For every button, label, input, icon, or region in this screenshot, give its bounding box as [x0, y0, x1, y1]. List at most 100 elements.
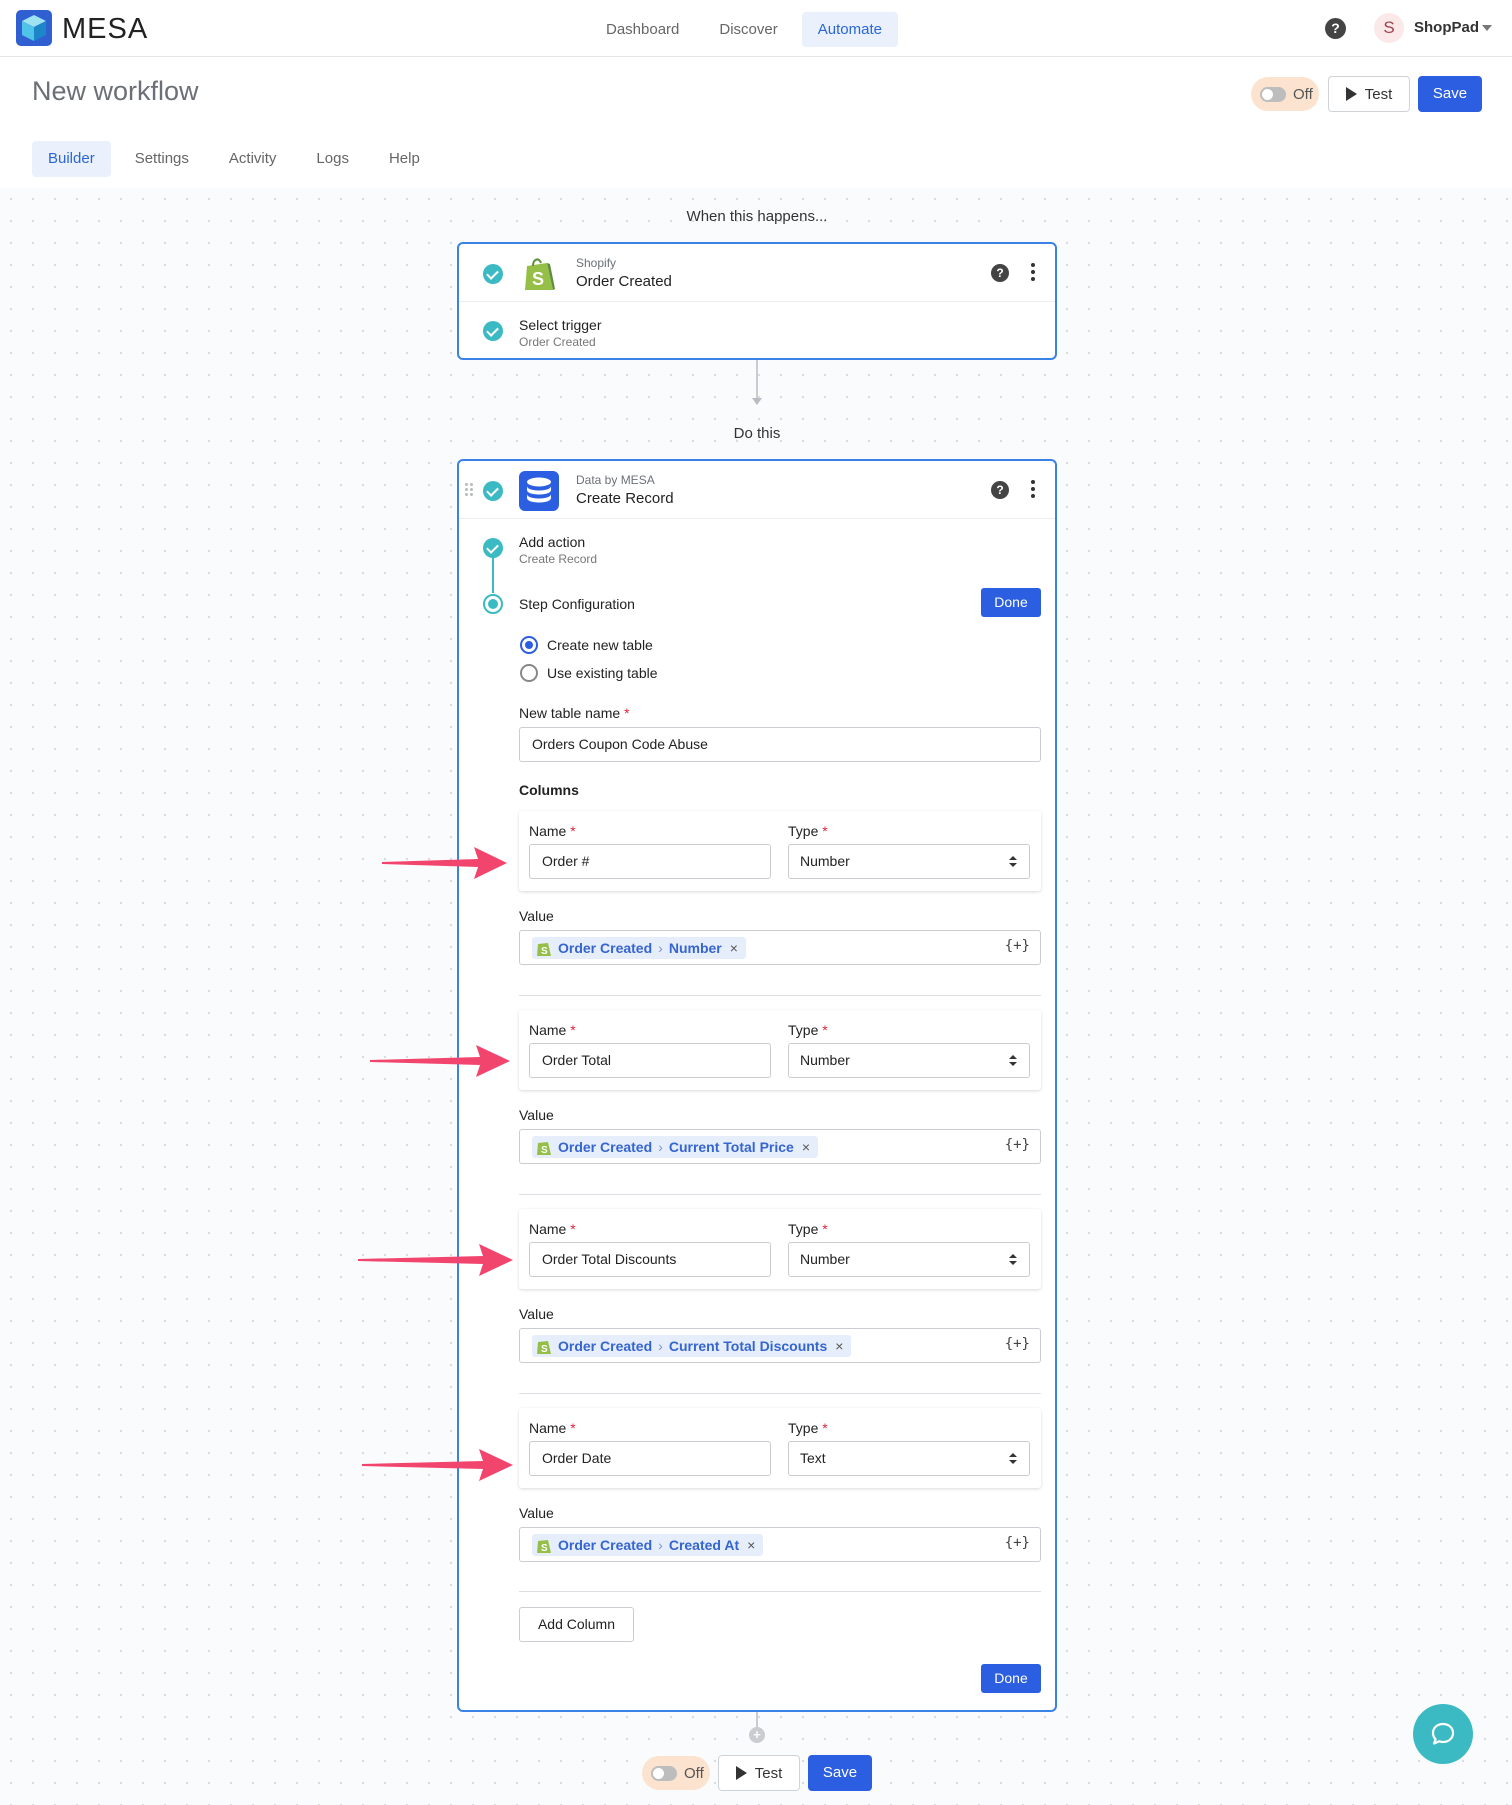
question-icon[interactable]: ? — [991, 264, 1009, 282]
radio-label-existing[interactable]: Use existing table — [547, 665, 658, 681]
column-value-input[interactable]: S Order Created › Number × {+} — [519, 930, 1041, 965]
column-name-input[interactable]: Order # — [529, 844, 771, 879]
kebab-menu-icon[interactable] — [1031, 480, 1035, 500]
svg-text:S: S — [541, 946, 548, 957]
trigger-card[interactable]: S Shopify Order Created ? Select trigger… — [457, 242, 1057, 360]
column-divider — [519, 1591, 1041, 1592]
drag-handle-icon[interactable] — [465, 483, 473, 497]
column-name-type-box: Name * Order Total Discounts Type * Numb… — [519, 1209, 1041, 1289]
account-name[interactable]: ShopPad — [1414, 19, 1479, 36]
variable-chip[interactable]: S Order Created › Current Total Price × — [532, 1136, 819, 1158]
columns-title: Columns — [519, 782, 579, 798]
trigger-step-label[interactable]: Select trigger — [519, 317, 601, 333]
test-button-footer[interactable]: Test — [718, 1755, 800, 1791]
chevron-right-icon: › — [658, 1537, 663, 1553]
column-type-label: Type * — [788, 1420, 828, 1436]
workflow-toggle-footer[interactable]: Off — [642, 1756, 710, 1790]
avatar[interactable]: S — [1374, 13, 1404, 43]
column-type-select[interactable]: Number — [788, 1242, 1030, 1277]
table-name-label: New table name * — [519, 705, 630, 721]
workflow-toggle[interactable]: Off — [1251, 77, 1319, 111]
column-name-input[interactable]: Order Total Discounts — [529, 1242, 771, 1277]
tab-builder[interactable]: Builder — [32, 141, 111, 177]
table-name-input[interactable]: Orders Coupon Code Abuse — [519, 727, 1041, 762]
variable-chip[interactable]: S Order Created › Number × — [532, 937, 746, 959]
radio-label-create[interactable]: Create new table — [547, 637, 653, 653]
kebab-menu-icon[interactable] — [1031, 263, 1035, 283]
radio-create-new-table[interactable] — [520, 636, 538, 654]
test-button-label: Test — [754, 1764, 783, 1782]
column-name-label: Name * — [529, 1022, 576, 1038]
column-name-label: Name * — [529, 1221, 576, 1237]
select-arrows-icon — [1009, 1453, 1017, 1465]
mesa-logo-icon[interactable] — [16, 10, 52, 46]
column-type-select[interactable]: Number — [788, 1043, 1030, 1078]
annotation-arrow-icon — [370, 1045, 510, 1077]
chevron-right-icon: › — [658, 1338, 663, 1354]
column-name-label: Name * — [529, 1420, 576, 1436]
column-name-input[interactable]: Order Total — [529, 1043, 771, 1078]
column-value-label: Value — [519, 1505, 554, 1521]
save-button[interactable]: Save — [1418, 76, 1482, 112]
arrow-down-icon — [752, 398, 762, 405]
column-value-input[interactable]: S Order Created › Current Total Price × … — [519, 1129, 1041, 1164]
insert-variable-button[interactable]: {+} — [1005, 938, 1030, 954]
column-type-select[interactable]: Number — [788, 844, 1030, 879]
insert-variable-button[interactable]: {+} — [1005, 1336, 1030, 1352]
column-type-label: Type * — [788, 823, 828, 839]
action-title: Create Record — [576, 490, 674, 507]
action-step-label[interactable]: Add action — [519, 534, 585, 550]
chat-launcher-button[interactable] — [1413, 1704, 1473, 1764]
action-card[interactable]: Data by MESA Create Record ? Add action … — [457, 459, 1057, 1712]
nav-discover[interactable]: Discover — [703, 12, 793, 47]
close-icon[interactable]: × — [835, 1338, 843, 1354]
chevron-down-icon[interactable] — [1482, 25, 1492, 31]
column-value-input[interactable]: S Order Created › Created At × {+} — [519, 1527, 1041, 1562]
chevron-right-icon: › — [658, 940, 663, 956]
variable-chip[interactable]: S Order Created › Created At × — [532, 1534, 764, 1556]
add-step-icon[interactable]: + — [749, 1727, 765, 1743]
done-button[interactable]: Done — [981, 588, 1041, 617]
top-navbar: MESA Dashboard Discover Automate ? S Sho… — [0, 0, 1512, 57]
help-icon[interactable]: ? — [1325, 18, 1346, 39]
question-icon[interactable]: ? — [991, 481, 1009, 499]
chevron-right-icon: › — [658, 1139, 663, 1155]
chip-source: Order Created — [558, 1338, 653, 1354]
column-name-input[interactable]: Order Date — [529, 1441, 771, 1476]
nav-automate[interactable]: Automate — [801, 12, 898, 47]
chip-source: Order Created — [558, 1139, 653, 1155]
action-card-header[interactable]: Data by MESA Create Record ? — [459, 461, 1055, 519]
add-column-button[interactable]: Add Column — [519, 1607, 634, 1642]
shopify-icon: S — [537, 942, 551, 957]
nav-dashboard[interactable]: Dashboard — [590, 12, 695, 47]
column-name-type-box: Name * Order # Type * Number — [519, 811, 1041, 891]
close-icon[interactable]: × — [730, 940, 738, 956]
column-value-input[interactable]: S Order Created › Current Total Discount… — [519, 1328, 1041, 1363]
tab-activity[interactable]: Activity — [213, 141, 293, 177]
step-config-label[interactable]: Step Configuration — [519, 596, 635, 612]
insert-variable-button[interactable]: {+} — [1005, 1535, 1030, 1551]
tab-settings[interactable]: Settings — [119, 141, 205, 177]
close-icon[interactable]: × — [747, 1537, 755, 1553]
column-name-type-box: Name * Order Total Type * Number — [519, 1010, 1041, 1090]
save-button-footer[interactable]: Save — [808, 1755, 872, 1791]
column-type-select[interactable]: Text — [788, 1441, 1030, 1476]
column-value-label: Value — [519, 908, 554, 924]
page-title: New workflow — [32, 76, 199, 106]
variable-chip[interactable]: S Order Created › Current Total Discount… — [532, 1335, 852, 1357]
close-icon[interactable]: × — [802, 1139, 810, 1155]
radio-use-existing-table[interactable] — [520, 664, 538, 682]
test-button[interactable]: Test — [1328, 76, 1410, 112]
svg-text:S: S — [541, 1344, 548, 1355]
chip-field: Current Total Discounts — [668, 1338, 828, 1354]
insert-variable-button[interactable]: {+} — [1005, 1137, 1030, 1153]
trigger-step-value: Order Created — [519, 335, 596, 349]
done-button[interactable]: Done — [981, 1664, 1041, 1693]
trigger-caption: When this happens... — [686, 208, 828, 225]
svg-text:S: S — [541, 1543, 548, 1554]
toggle-switch-icon — [1260, 86, 1286, 102]
active-step-icon — [483, 594, 503, 614]
tab-logs[interactable]: Logs — [300, 141, 365, 177]
tab-help[interactable]: Help — [373, 141, 436, 177]
trigger-card-header[interactable]: S Shopify Order Created ? — [459, 244, 1055, 302]
